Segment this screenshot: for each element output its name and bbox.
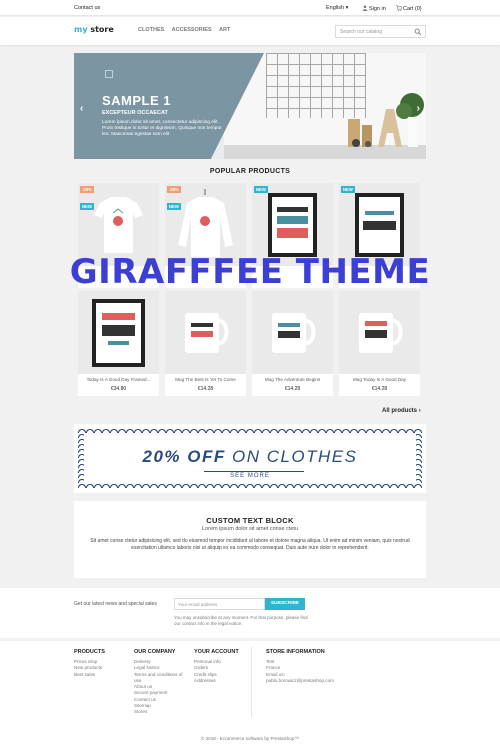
logo[interactable]: my store [74, 25, 114, 34]
new-badge: NEW [167, 203, 181, 210]
slide-title: SAMPLE 1 [102, 93, 172, 108]
promo-headline: 20% OFF ON CLOTHES [84, 447, 416, 467]
mug-image [272, 313, 316, 353]
sign-in-label: Sign in [369, 6, 386, 12]
footer-account-title: YOUR ACCOUNT [194, 649, 239, 655]
theme-watermark: GIRAFFFEE THEME [69, 252, 431, 292]
framed-poster-image [92, 299, 145, 367]
slide-text: Lorem ipsum dolor sit amet, consectetur … [102, 120, 222, 138]
slider-next-icon[interactable]: › [417, 103, 420, 114]
subscribe-button[interactable]: SUBSCRIBE [265, 598, 305, 610]
footer-products: PRODUCTS Prices drop New products Best s… [74, 649, 105, 678]
footer-company-title: OUR COMPANY [134, 649, 176, 655]
footer-link[interactable]: Terms and conditions of [134, 672, 190, 678]
store-email-link[interactable]: pablo.borowicz@prestashop.com [266, 678, 334, 684]
footer-store-info: STORE INFORMATION Test France Email us: … [266, 649, 334, 684]
user-icon [362, 5, 368, 11]
hero-slider[interactable]: SAMPLE 1 EXCEPTEUR OCCAECAT Lorem ipsum … [74, 53, 426, 159]
new-badge: NEW [254, 186, 268, 193]
slide-decor-square [105, 70, 113, 78]
slider-prev-icon[interactable]: ‹ [80, 103, 83, 114]
chevron-down-icon: ▾ [345, 5, 349, 11]
custom-text-body: Sit amet conse ctetur adipisicing elit, … [90, 538, 410, 551]
mug-image [359, 313, 403, 353]
product-image[interactable] [78, 291, 159, 374]
product-price: €34.80 [110, 386, 127, 392]
logo-part2: store [87, 25, 114, 34]
discount-badge: -20% [167, 186, 181, 193]
popular-products-title: POPULAR PRODUCTS [209, 168, 291, 175]
footer-link[interactable]: Addresses [194, 678, 239, 684]
email-placeholder: Your email address [178, 602, 218, 607]
custom-text-block: CUSTOM TEXT BLOCK Lorem ipsum dolor sit … [74, 501, 426, 578]
slide-decor-illustration [348, 93, 424, 147]
promo-headline-rest: ON CLOTHES [225, 447, 358, 466]
product-price: €14.28 [197, 386, 214, 392]
product-card[interactable]: Mug The Adventure Begins €14.28 [252, 291, 333, 396]
discount-badge: -20% [80, 186, 94, 193]
cart-icon [396, 5, 402, 11]
all-products-label: All products [382, 408, 418, 414]
logo-part1: my [74, 25, 88, 34]
product-card[interactable]: Today Is A Good Day Framed... €34.80 [78, 291, 159, 396]
footer-divider [251, 647, 252, 717]
product-image[interactable] [252, 291, 333, 374]
product-image[interactable] [339, 291, 420, 374]
cart-link[interactable]: Cart (0) [396, 5, 422, 12]
product-name[interactable]: Mug The Adventure Begins [252, 377, 333, 382]
new-badge: NEW [341, 186, 355, 193]
promo-inner: 20% OFF ON CLOTHES SEE MORE [84, 434, 416, 483]
cart-label: Cart (0) [403, 6, 422, 12]
mug-image [185, 313, 229, 353]
search-input[interactable]: Search our catalog [335, 25, 426, 38]
product-name[interactable]: Today Is A Good Day Framed... [78, 377, 159, 382]
newsletter-note: You may unsubscribe at any moment. For t… [174, 615, 308, 626]
footer-link[interactable]: New products [74, 665, 105, 671]
menu-item-clothes[interactable]: Clothes [138, 27, 164, 33]
custom-text-title: CUSTOM TEXT BLOCK [206, 516, 294, 525]
footer-products-title: PRODUCTS [74, 649, 105, 655]
menu-item-art[interactable]: Art [219, 27, 230, 33]
header: my store Clothes Accessories Art Search … [0, 17, 500, 45]
footer: PRODUCTS Prices drop New products Best s… [0, 641, 500, 746]
product-name[interactable]: Mug The Best Is Yet To Come [165, 377, 246, 382]
language-selector[interactable]: English ▾ [326, 5, 348, 11]
new-badge: NEW [80, 203, 94, 210]
chevron-right-icon: › [418, 408, 421, 414]
product-price: €14.28 [284, 386, 301, 392]
custom-text-subtitle: Lorem ipsum dolor sit amet conse ctetu [202, 526, 298, 532]
footer-store-title: STORE INFORMATION [266, 649, 325, 655]
footer-link[interactable]: Stores [134, 709, 190, 715]
sign-in-link[interactable]: Sign in [362, 5, 386, 12]
email-field[interactable]: Your email address [174, 598, 265, 610]
product-name[interactable]: Mug Today Is A Good Day [339, 377, 420, 382]
product-image[interactable] [165, 291, 246, 374]
product-card[interactable]: Mug The Best Is Yet To Come €14.28 [165, 291, 246, 396]
language-label: English [326, 5, 345, 11]
product-card[interactable]: Mug Today Is A Good Day €14.28 [339, 291, 420, 396]
contact-link[interactable]: Contact us [74, 5, 100, 11]
product-price: €14.28 [371, 386, 388, 392]
promo-headline-bold: 20% OFF [142, 447, 226, 466]
footer-link[interactable]: Best sales [74, 672, 105, 678]
menu-item-accessories[interactable]: Accessories [172, 27, 212, 33]
search-placeholder: Search our catalog [340, 29, 382, 35]
main-menu: Clothes Accessories Art [138, 27, 236, 33]
promo-banner[interactable]: 20% OFF ON CLOTHES SEE MORE [74, 424, 426, 493]
footer-account: YOUR ACCOUNT Personal info Orders Credit… [194, 649, 239, 684]
see-more-link[interactable]: SEE MORE [84, 473, 416, 479]
all-products-link[interactable]: All products › [382, 408, 421, 414]
copyright[interactable]: © 2018 - Ecommerce software by PrestaSho… [0, 736, 500, 741]
search-icon[interactable] [414, 28, 422, 36]
top-nav: Contact us English ▾ Sign in Cart (0) [0, 0, 500, 16]
footer-company: OUR COMPANY Delivery Legal Notice Terms … [134, 649, 190, 716]
newsletter-section: Get our latest news and special sales Yo… [0, 588, 500, 638]
newsletter-label: Get our latest news and special sales [74, 601, 157, 607]
promo-divider [204, 471, 304, 472]
slide-subtitle: EXCEPTEUR OCCAECAT [102, 110, 168, 116]
